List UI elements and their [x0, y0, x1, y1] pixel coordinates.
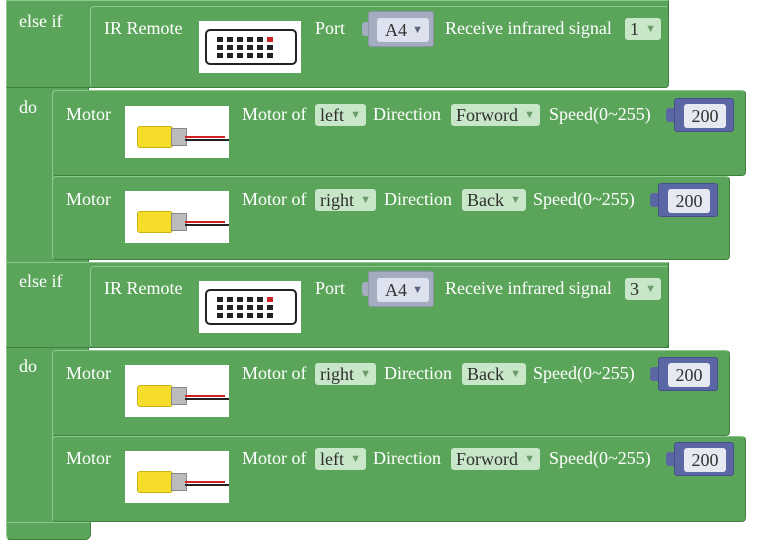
direction-dropdown[interactable]: Forword ▼	[451, 448, 540, 470]
ir-remote-icon	[199, 21, 301, 73]
speed-input[interactable]: 200	[668, 189, 710, 213]
speed-input[interactable]: 200	[668, 363, 710, 387]
speed-input[interactable]: 200	[684, 104, 726, 128]
signal-dropdown[interactable]: 3 ▼	[625, 278, 661, 300]
speed-value-block[interactable]: 200	[674, 442, 734, 476]
direction-label: Direction	[384, 189, 452, 209]
dc-motor-icon	[125, 106, 229, 158]
motor-label: Motor	[66, 363, 111, 383]
triangle-down-icon: ▼	[412, 284, 423, 296]
motor-label: Motor	[66, 448, 111, 468]
port-dropdown[interactable]: A4 ▼	[377, 278, 429, 302]
triangle-down-icon: ▼	[510, 194, 521, 206]
triangle-down-icon: ▼	[350, 109, 361, 121]
port-block[interactable]: A4 ▼	[368, 271, 434, 307]
speed-label: Speed(0~255)	[533, 189, 635, 209]
side-dropdown[interactable]: left ▼	[315, 448, 366, 470]
else-if-label: else if	[19, 11, 63, 31]
motor-label: Motor	[66, 104, 111, 124]
triangle-down-icon: ▼	[360, 194, 371, 206]
motor-label: Motor	[66, 189, 111, 209]
triangle-down-icon: ▼	[524, 109, 535, 121]
motor-of-label: Motor of	[242, 448, 307, 468]
motor-of-label: Motor of	[242, 104, 307, 124]
side-dropdown[interactable]: right ▼	[315, 363, 376, 385]
speed-label: Speed(0~255)	[549, 448, 651, 468]
port-label: Port	[315, 18, 346, 38]
motor-of-label: Motor of	[242, 189, 307, 209]
triangle-down-icon: ▼	[360, 368, 371, 380]
triangle-down-icon: ▼	[645, 23, 656, 35]
if-else-bottom	[6, 522, 91, 540]
speed-value-block[interactable]: 200	[658, 183, 718, 217]
triangle-down-icon: ▼	[645, 283, 656, 295]
direction-dropdown[interactable]: Back ▼	[462, 363, 526, 385]
direction-label: Direction	[373, 104, 441, 124]
direction-dropdown[interactable]: Forword ▼	[451, 104, 540, 126]
triangle-down-icon: ▼	[350, 453, 361, 465]
port-label: Port	[315, 278, 346, 298]
triangle-down-icon: ▼	[412, 24, 423, 36]
speed-value-block[interactable]: 200	[674, 98, 734, 132]
triangle-down-icon: ▼	[510, 368, 521, 380]
signal-label: Receive infrared signal	[445, 278, 612, 298]
dc-motor-icon	[125, 365, 229, 417]
do-label: do	[19, 356, 37, 376]
direction-label: Direction	[384, 363, 452, 383]
dc-motor-icon	[125, 451, 229, 503]
side-dropdown[interactable]: right ▼	[315, 189, 376, 211]
side-dropdown[interactable]: left ▼	[315, 104, 366, 126]
dc-motor-icon	[125, 191, 229, 243]
motor-of-label: Motor of	[242, 363, 307, 383]
port-block[interactable]: A4 ▼	[368, 11, 434, 47]
speed-value-block[interactable]: 200	[658, 357, 718, 391]
ir-remote-label: IR Remote	[104, 18, 183, 38]
else-if-label: else if	[19, 271, 63, 291]
do-label: do	[19, 97, 37, 117]
triangle-down-icon: ▼	[524, 453, 535, 465]
speed-label: Speed(0~255)	[549, 104, 651, 124]
speed-input[interactable]: 200	[684, 448, 726, 472]
ir-remote-icon	[199, 281, 301, 333]
port-dropdown[interactable]: A4 ▼	[377, 18, 429, 42]
signal-dropdown[interactable]: 1 ▼	[625, 18, 661, 40]
speed-label: Speed(0~255)	[533, 363, 635, 383]
direction-label: Direction	[373, 448, 441, 468]
ir-remote-label: IR Remote	[104, 278, 183, 298]
signal-label: Receive infrared signal	[445, 18, 612, 38]
direction-dropdown[interactable]: Back ▼	[462, 189, 526, 211]
